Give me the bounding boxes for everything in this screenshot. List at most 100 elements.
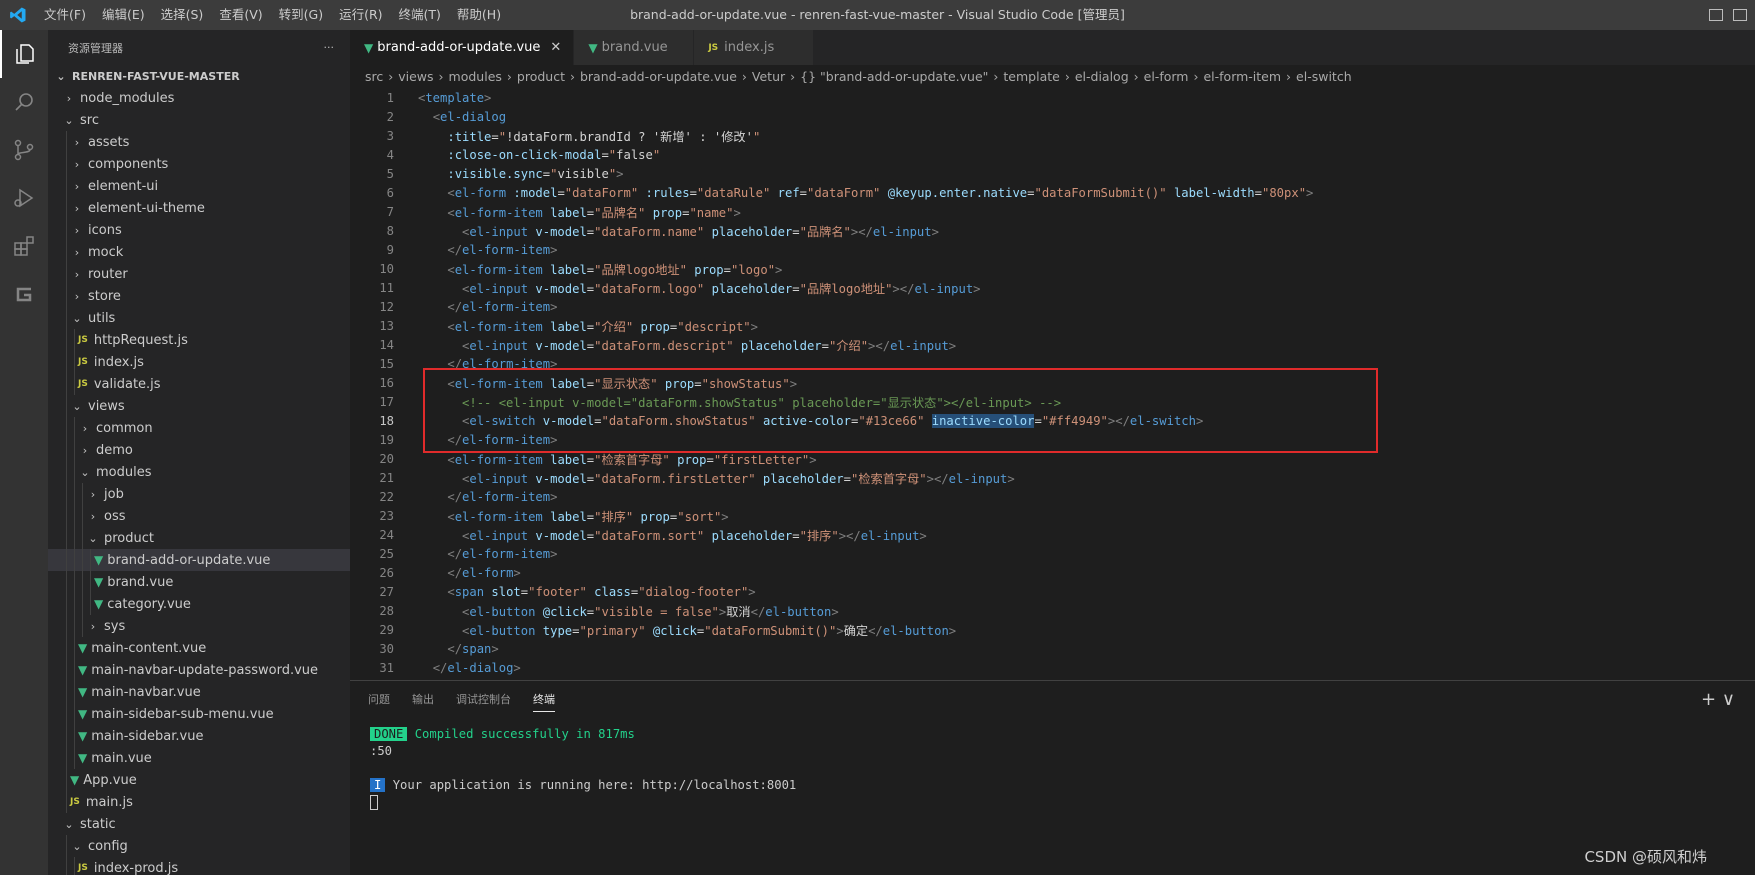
tree-file[interactable]: ▼ brand.vue [48,571,350,593]
code-line[interactable]: 6 <el-form :model="dataForm" :rules="dat… [350,183,1755,202]
panel-tab[interactable]: 问题 [368,691,390,707]
tree-file[interactable]: ▼ main-navbar-update-password.vue [48,659,350,681]
breadcrumb-item[interactable]: brand-add-or-update.vue [580,69,737,84]
code-line[interactable]: 27 <span slot="footer" class="dialog-foo… [350,582,1755,601]
tree-folder[interactable]: › icons [48,219,350,241]
tree-folder[interactable]: › router [48,263,350,285]
panel-tab[interactable]: 调试控制台 [456,691,511,707]
tree-file[interactable]: JS index.js [48,351,350,373]
source-control-icon[interactable] [0,126,48,174]
panel-tab[interactable]: 输出 [412,691,434,707]
close-icon[interactable]: ✕ [550,40,561,55]
breadcrumb-item[interactable]: el-switch [1296,69,1352,84]
tree-file[interactable]: ▼ main-content.vue [48,637,350,659]
extensions-icon[interactable] [0,222,48,270]
code-line[interactable]: 22 </el-form-item> [350,487,1755,506]
code-line[interactable]: 31 </el-dialog> [350,658,1755,677]
code-line[interactable]: 23 <el-form-item label="排序" prop="sort"> [350,506,1755,525]
code-line[interactable]: 3 :title="!dataForm.brandId ? '新增' : '修改… [350,126,1755,145]
tree-folder[interactable]: › components [48,153,350,175]
tree-folder[interactable]: › assets [48,131,350,153]
editor-tab[interactable]: JS index.js [694,30,815,65]
explorer-icon[interactable] [0,30,48,78]
new-terminal-button[interactable]: + ∨ [1701,689,1735,710]
gitlens-icon[interactable] [0,270,48,318]
tree-folder[interactable]: › mock [48,241,350,263]
menu-item[interactable]: 编辑(E) [94,0,153,30]
menu-item[interactable]: 终端(T) [391,0,449,30]
tree-folder[interactable]: › demo [48,439,350,461]
tree-folder[interactable]: ⌄ utils [48,307,350,329]
code-line[interactable]: 8 <el-input v-model="dataForm.name" plac… [350,221,1755,240]
tree-file[interactable]: ▼ category.vue [48,593,350,615]
tree-folder[interactable]: ⌄ modules [48,461,350,483]
code-line[interactable]: 7 <el-form-item label="品牌名" prop="name"> [350,202,1755,221]
code-line[interactable]: 29 <el-button type="primary" @click="dat… [350,620,1755,639]
tree-file[interactable]: ▼ App.vue [48,769,350,791]
menu-item[interactable]: 文件(F) [36,0,94,30]
menu-item[interactable]: 选择(S) [153,0,212,30]
code-line[interactable]: 28 <el-button @click="visible = false">取… [350,601,1755,620]
code-line[interactable]: 11 <el-input v-model="dataForm.logo" pla… [350,278,1755,297]
breadcrumb-item[interactable]: Vetur [752,69,785,84]
code-line[interactable]: 2 <el-dialog [350,107,1755,126]
editor-tab[interactable]: ▼ brand.vue [574,30,695,65]
breadcrumb-item[interactable]: el-dialog [1075,69,1129,84]
search-icon[interactable] [0,78,48,126]
code-line[interactable]: 4 :close-on-click-modal="false" [350,145,1755,164]
code-line[interactable]: 24 <el-input v-model="dataForm.sort" pla… [350,525,1755,544]
tree-folder[interactable]: ⌄ product [48,527,350,549]
tree-file[interactable]: ▼ brand-add-or-update.vue [48,549,350,571]
code-line[interactable]: 25 </el-form-item> [350,544,1755,563]
code-line[interactable]: 12 </el-form-item> [350,297,1755,316]
breadcrumb-item[interactable]: src [365,69,383,84]
code-line[interactable]: 30 </span> [350,639,1755,658]
tree-file[interactable]: ▼ main-navbar.vue [48,681,350,703]
tree-folder[interactable]: › sys [48,615,350,637]
breadcrumb-item[interactable]: {} "brand-add-or-update.vue" [800,69,988,84]
code-line[interactable]: 13 <el-form-item label="介绍" prop="descri… [350,316,1755,335]
tree-file[interactable]: ▼ main.vue [48,747,350,769]
breadcrumb-item[interactable]: views [398,69,433,84]
breadcrumb-item[interactable]: template [1003,69,1059,84]
code-line[interactable]: 10 <el-form-item label="品牌logo地址" prop="… [350,259,1755,278]
breadcrumb-item[interactable]: product [517,69,565,84]
menu-item[interactable]: 帮助(H) [449,0,509,30]
panel-tab[interactable]: 终端 [533,691,555,712]
menu-item[interactable]: 运行(R) [331,0,390,30]
tree-folder[interactable]: › oss [48,505,350,527]
run-debug-icon[interactable] [0,174,48,222]
breadcrumb-item[interactable]: el-form [1144,69,1189,84]
terminal-output[interactable]: DONE Compiled successfully in 817ms :50 … [370,727,796,812]
tree-file[interactable]: ▼ main-sidebar.vue [48,725,350,747]
tree-file[interactable]: JS validate.js [48,373,350,395]
tree-folder[interactable]: › element-ui [48,175,350,197]
tree-folder[interactable]: › node_modules [48,87,350,109]
tree-file[interactable]: JS main.js [48,791,350,813]
breadcrumb-item[interactable]: modules [449,69,502,84]
tree-file[interactable]: JS httpRequest.js [48,329,350,351]
more-actions-icon[interactable]: ··· [324,41,335,54]
code-line[interactable]: 14 <el-input v-model="dataForm.descript"… [350,335,1755,354]
editor-tab[interactable]: ▼ brand-add-or-update.vue ✕ [350,30,575,65]
menu-item[interactable]: 转到(G) [271,0,331,30]
code-line[interactable]: 21 <el-input v-model="dataForm.firstLett… [350,468,1755,487]
tree-file[interactable]: JS index-prod.js [48,857,350,875]
tree-folder[interactable]: ⌄ src [48,109,350,131]
tree-folder[interactable]: › job [48,483,350,505]
tree-folder[interactable]: ⌄ views [48,395,350,417]
code-line[interactable]: 5 :visible.sync="visible"> [350,164,1755,183]
code-line[interactable]: 9 </el-form-item> [350,240,1755,259]
workspace-section[interactable]: ⌄ RENREN-FAST-VUE-MASTER [48,65,350,87]
tree-folder[interactable]: ⌄ config [48,835,350,857]
breadcrumb-item[interactable]: el-form-item [1203,69,1281,84]
menu-item[interactable]: 查看(V) [211,0,270,30]
code-line[interactable]: 26 </el-form> [350,563,1755,582]
toggle-panel-icon[interactable] [1733,9,1747,21]
tree-file[interactable]: ▼ main-sidebar-sub-menu.vue [48,703,350,725]
tree-folder[interactable]: ⌄ static [48,813,350,835]
tree-folder[interactable]: › element-ui-theme [48,197,350,219]
code-line[interactable]: 1 <template> [350,88,1755,107]
toggle-sidebar-icon[interactable] [1709,9,1723,21]
tree-folder[interactable]: › common [48,417,350,439]
